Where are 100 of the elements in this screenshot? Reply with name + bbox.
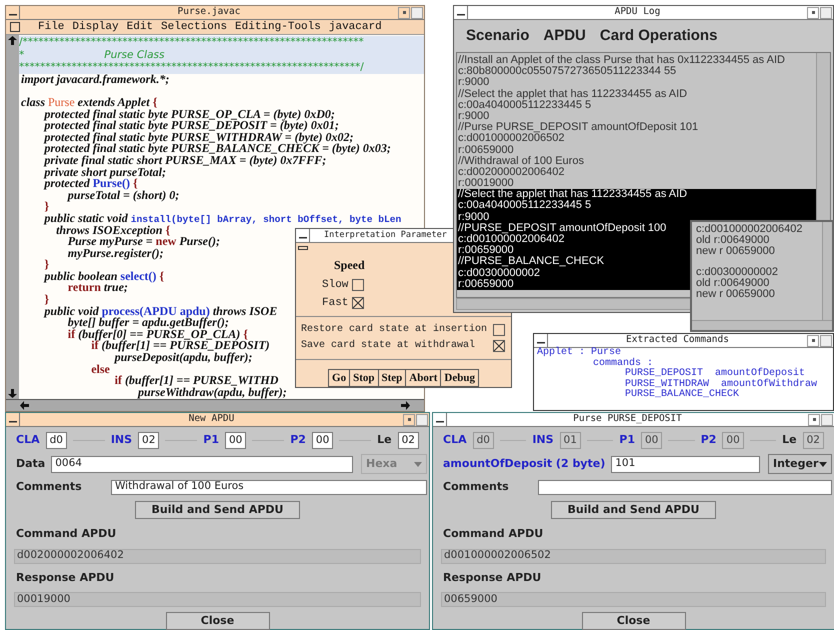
result-line: c:d001000002006402 bbox=[696, 224, 804, 235]
field-label: P2 bbox=[700, 432, 716, 448]
window-menu-button[interactable] bbox=[433, 413, 447, 426]
minimize-button[interactable] bbox=[808, 414, 820, 426]
input-field[interactable]: 00 bbox=[224, 432, 246, 449]
command-parameter: amountOfWithdraw bbox=[721, 380, 818, 390]
input-field[interactable]: 02 bbox=[398, 432, 419, 449]
checkbox[interactable] bbox=[493, 340, 505, 352]
action-button[interactable]: Debug bbox=[441, 370, 478, 386]
checkbox[interactable] bbox=[352, 279, 364, 292]
result-line: old r:00649000 bbox=[696, 235, 770, 246]
window-menu-button[interactable] bbox=[454, 6, 468, 19]
input-field[interactable]: 00 bbox=[312, 432, 334, 449]
format-dropdown[interactable]: Integer bbox=[768, 454, 832, 474]
action-button[interactable]: Go bbox=[329, 370, 350, 386]
code-line: byte[] buffer = apdu.getBuffer(); bbox=[68, 317, 229, 329]
window-menu-button[interactable] bbox=[296, 229, 310, 242]
action-button[interactable]: Stop bbox=[350, 370, 378, 386]
log-line[interactable]: r:00019000 bbox=[457, 178, 816, 190]
field-label: amountOfDeposit (2 byte) bbox=[443, 456, 606, 472]
close-button[interactable]: Close bbox=[582, 612, 686, 630]
window-menu-button[interactable] bbox=[6, 413, 20, 426]
field-label: Comments bbox=[443, 479, 510, 495]
command-parameter: amountOfDeposit bbox=[715, 369, 806, 380]
log-line[interactable]: c:00a4040005112233445 5 bbox=[457, 100, 816, 111]
input-field[interactable]: 02 bbox=[138, 432, 160, 449]
code-line: purseWithdraw(apdu, buffer); bbox=[138, 386, 287, 398]
section-label: Response APDU bbox=[443, 570, 542, 586]
menu-item[interactable]: Display bbox=[72, 22, 119, 32]
build-button[interactable]: Build and Send APDU bbox=[550, 500, 716, 519]
log-line[interactable]: //Install an Applet of the class Purse that has 0x1122334455 as AID bbox=[457, 55, 816, 66]
window-title: APDU Log bbox=[614, 5, 662, 20]
input-field[interactable]: 101 bbox=[611, 456, 760, 472]
down-arrow-icon[interactable] bbox=[8, 389, 17, 398]
code-line: import javacard.framework.*; bbox=[21, 74, 170, 86]
code-line: protected final static byte PURSE_DEPOSIT = (byte) 0x01; bbox=[44, 120, 339, 132]
field-label: Comments bbox=[16, 479, 83, 495]
field-label: P1 bbox=[203, 432, 219, 448]
log-line[interactable]: c:80b800000c0550757273650511223344 55 bbox=[457, 66, 816, 78]
log-line[interactable]: r:9000 bbox=[457, 110, 816, 122]
field-label: P2 bbox=[290, 432, 306, 448]
right-arrow-icon[interactable] bbox=[401, 401, 410, 410]
code-line: throws ISOException { bbox=[56, 224, 170, 236]
field-label: INS bbox=[532, 432, 554, 448]
result-line: old r:00649000 bbox=[696, 278, 770, 289]
input-field[interactable]: Withdrawal of 100 Euros bbox=[111, 480, 427, 495]
command-name: PURSE_BALANCE_CHECK bbox=[625, 390, 740, 401]
code-line: if (buffer[1] == PURSE_DEPOSIT) bbox=[91, 340, 270, 352]
input-field[interactable]: 0064 bbox=[51, 456, 353, 472]
minimize-button[interactable] bbox=[403, 414, 415, 426]
result-line: new r 00659000 bbox=[696, 289, 776, 300]
menu-item[interactable]: Card Operations bbox=[600, 24, 718, 48]
option-label: Restore card state at insertion bbox=[301, 322, 488, 337]
menu-item[interactable]: javacard bbox=[328, 22, 382, 32]
section-label: Command APDU bbox=[443, 526, 544, 542]
minimize-button[interactable] bbox=[807, 334, 819, 346]
square-icon[interactable] bbox=[10, 22, 20, 32]
scrollbar[interactable] bbox=[822, 222, 832, 320]
action-button[interactable]: Step bbox=[378, 370, 406, 386]
action-button[interactable]: Abort bbox=[406, 370, 442, 386]
result-line: new r 00659000 bbox=[696, 246, 776, 257]
checkbox[interactable] bbox=[352, 296, 364, 309]
log-line[interactable]: c:d002000002006402 bbox=[457, 166, 816, 178]
log-line[interactable]: //Select the applet that has 1122334455 as AID bbox=[457, 88, 816, 100]
window-menu-button[interactable] bbox=[534, 334, 548, 347]
input-field[interactable] bbox=[538, 480, 832, 495]
code-line: purseDeposit(apdu, buffer); bbox=[114, 352, 252, 364]
menu-item[interactable]: Edit bbox=[126, 22, 154, 32]
log-line[interactable]: r:9000 bbox=[457, 77, 816, 89]
menu-item[interactable]: Selections bbox=[161, 22, 228, 32]
minimize-button[interactable] bbox=[398, 6, 410, 18]
input-field[interactable]: d0 bbox=[46, 432, 67, 449]
scrollbar[interactable] bbox=[6, 399, 424, 411]
menu-item[interactable]: APDU bbox=[543, 24, 586, 48]
square-icon[interactable] bbox=[298, 246, 308, 250]
menu-item[interactable]: Editing-Tools bbox=[235, 22, 321, 32]
checkbox[interactable] bbox=[493, 324, 505, 336]
window-title: Extracted Commands bbox=[625, 333, 730, 348]
close-button[interactable]: Close bbox=[166, 612, 270, 630]
code-line: } bbox=[44, 259, 50, 271]
log-line[interactable]: c:d001000002006502 bbox=[457, 133, 816, 144]
left-arrow-icon[interactable] bbox=[20, 401, 29, 410]
scrollbar[interactable] bbox=[6, 35, 19, 399]
log-line[interactable]: //Purse PURSE_DEPOSIT amountOfDeposit 101 bbox=[457, 122, 816, 134]
output-field: 00019000 bbox=[14, 592, 421, 607]
window-menu-button[interactable] bbox=[6, 6, 20, 19]
log-line[interactable]: //Withdrawal of 100 Euros bbox=[457, 156, 816, 167]
code-line: purseTotal = (short) 0; bbox=[68, 190, 180, 202]
up-arrow-icon[interactable] bbox=[8, 36, 17, 45]
menu-item[interactable]: Scenario bbox=[466, 24, 530, 48]
field-label: Le bbox=[377, 432, 392, 448]
scrollbar[interactable] bbox=[692, 320, 832, 330]
code-line: myPurse.register(); bbox=[68, 248, 164, 260]
option-label: Slow bbox=[322, 278, 348, 293]
section-label: Command APDU bbox=[16, 526, 118, 542]
command-name: PURSE_DEPOSIT bbox=[625, 369, 704, 380]
log-line[interactable]: r:00659000 bbox=[457, 144, 816, 156]
minimize-button[interactable] bbox=[807, 6, 819, 18]
menu-item[interactable]: File bbox=[38, 22, 64, 32]
build-button[interactable]: Build and Send APDU bbox=[134, 500, 300, 519]
